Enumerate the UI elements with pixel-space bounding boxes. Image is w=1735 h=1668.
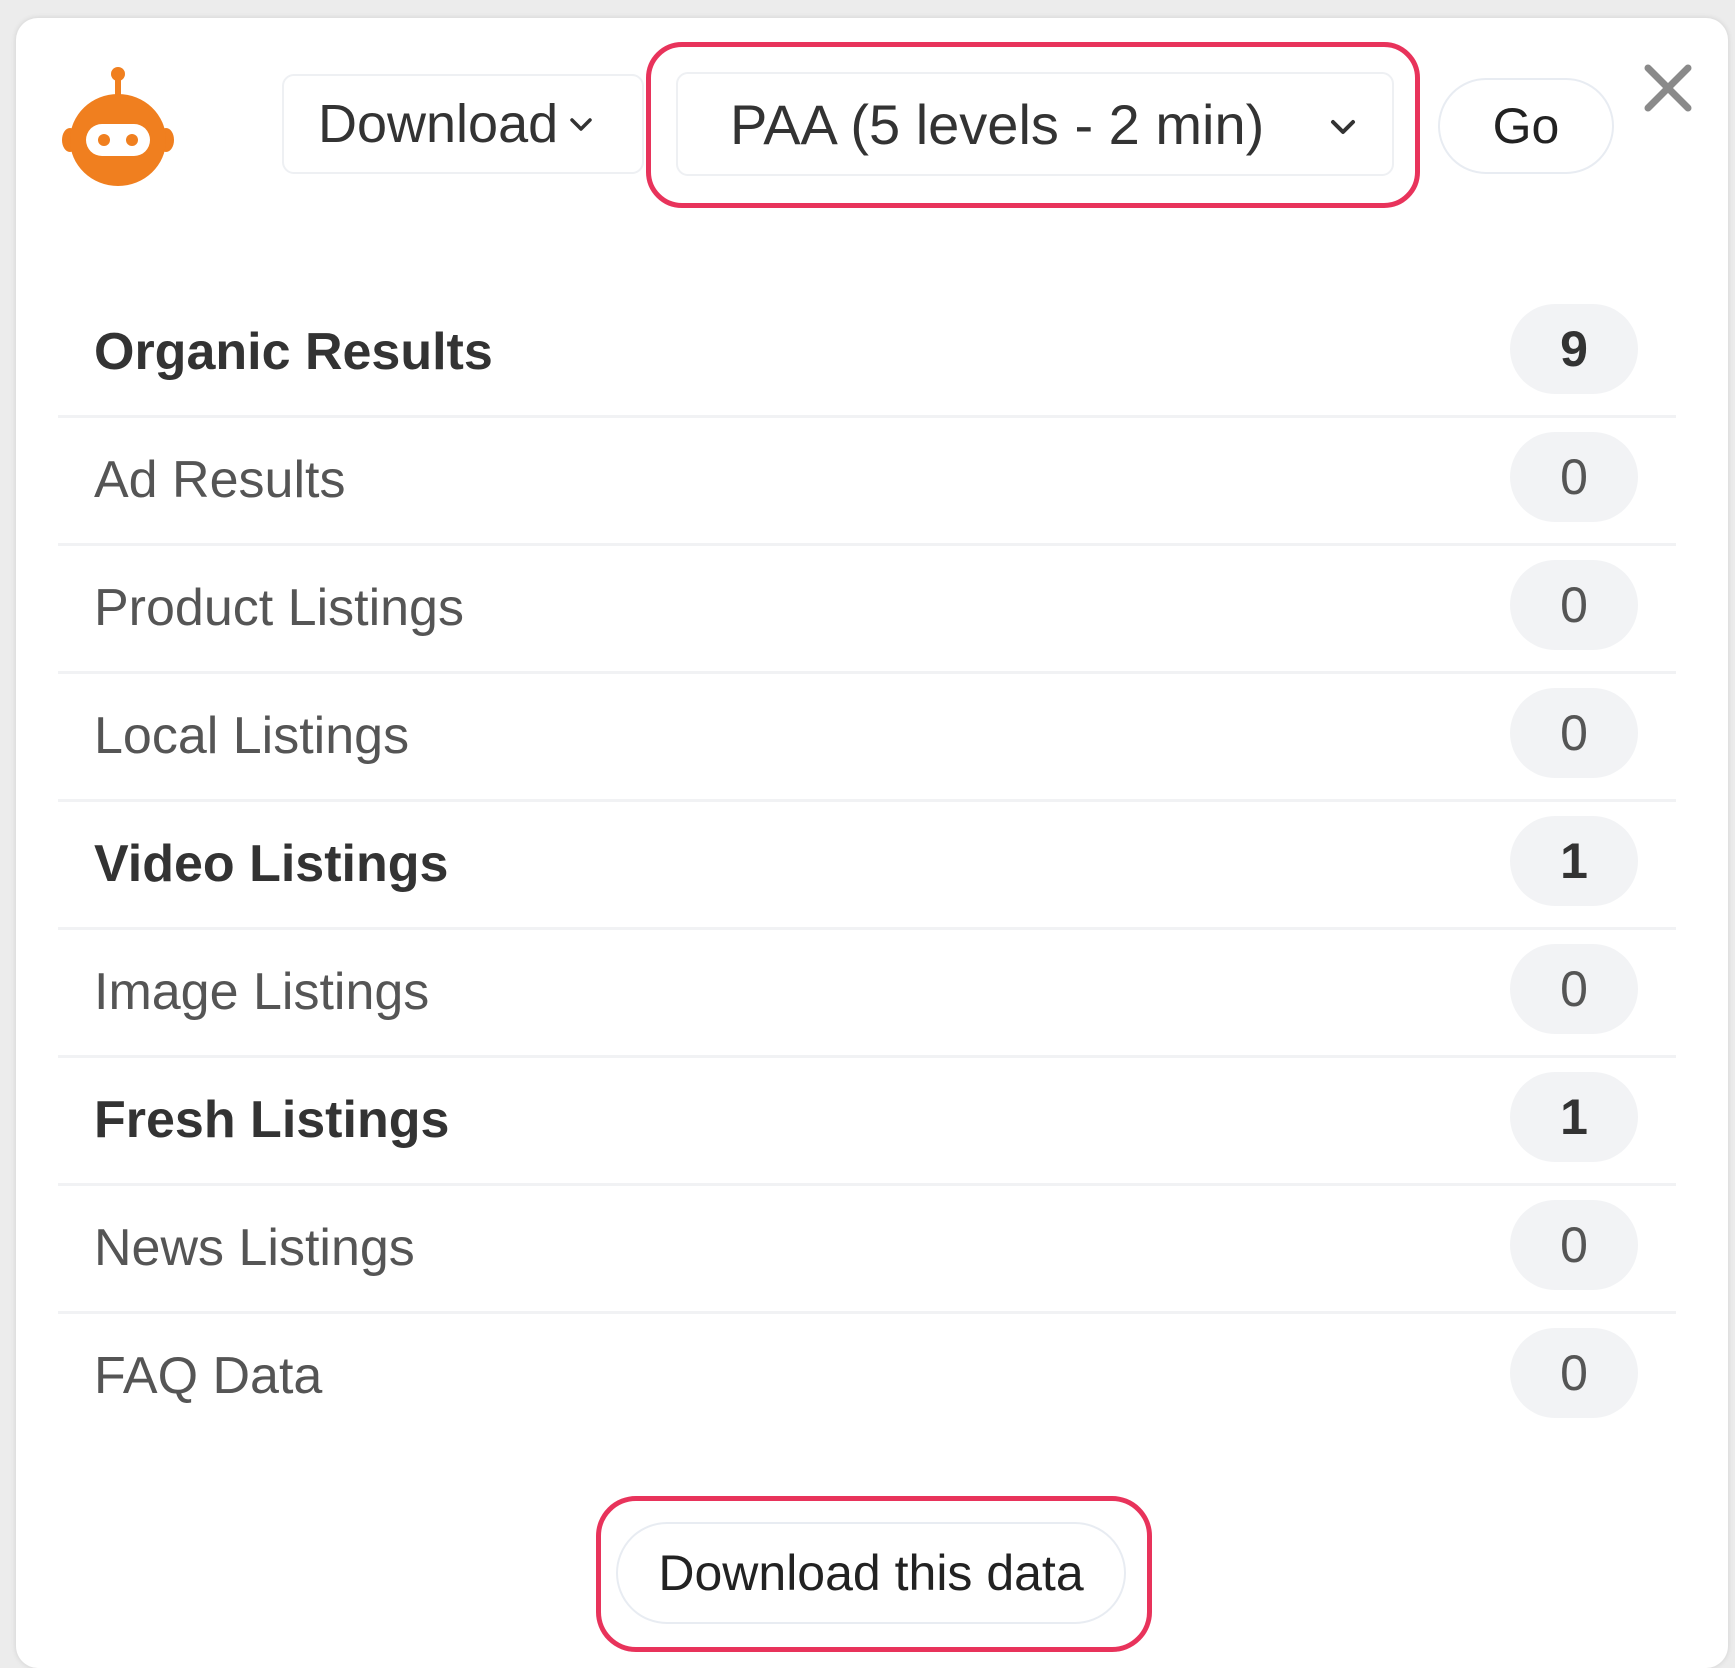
result-row-products: Product Listings 0 xyxy=(58,546,1676,674)
download-dropdown[interactable]: Download xyxy=(282,74,644,174)
result-label: Ad Results xyxy=(94,451,346,509)
result-label: FAQ Data xyxy=(94,1347,323,1405)
result-count-badge: 0 xyxy=(1510,560,1638,650)
result-label: Video Listings xyxy=(94,835,449,893)
result-row-video: Video Listings 1 xyxy=(58,802,1676,930)
result-row-ads: Ad Results 0 xyxy=(58,418,1676,546)
result-label: News Listings xyxy=(94,1219,415,1277)
result-count-badge: 0 xyxy=(1510,688,1638,778)
paa-mode-select[interactable]: PAA (5 levels - 2 min) xyxy=(676,72,1394,176)
result-count-badge: 0 xyxy=(1510,1200,1638,1290)
result-count-badge: 0 xyxy=(1510,432,1638,522)
paa-mode-selected-value: PAA (5 levels - 2 min) xyxy=(730,92,1265,156)
robot-icon xyxy=(62,67,174,186)
result-label: Product Listings xyxy=(94,579,464,637)
chevron-down-icon xyxy=(1331,120,1355,134)
result-row-news: News Listings 0 xyxy=(58,1186,1676,1314)
extension-panel: Download PAA (5 levels - 2 min) Go Organ… xyxy=(16,18,1728,1668)
chevron-down-icon xyxy=(570,118,592,131)
result-count-badge: 1 xyxy=(1510,816,1638,906)
close-icon[interactable] xyxy=(1640,60,1696,116)
result-row-image: Image Listings 0 xyxy=(58,930,1676,1058)
result-row-fresh: Fresh Listings 1 xyxy=(58,1058,1676,1186)
result-row-local: Local Listings 0 xyxy=(58,674,1676,802)
result-count-badge: 0 xyxy=(1510,1328,1638,1418)
result-count-badge: 9 xyxy=(1510,304,1638,394)
result-row-organic: Organic Results 9 xyxy=(58,290,1676,418)
result-count-badge: 0 xyxy=(1510,944,1638,1034)
result-count-badge: 1 xyxy=(1510,1072,1638,1162)
result-label: Fresh Listings xyxy=(94,1091,450,1149)
result-label: Organic Results xyxy=(94,323,493,381)
download-dropdown-label: Download xyxy=(318,94,559,154)
download-this-data-button[interactable]: Download this data xyxy=(616,1522,1126,1624)
results-summary-list: Organic Results 9 Ad Results 0 Product L… xyxy=(58,290,1676,1442)
result-label: Local Listings xyxy=(94,707,410,765)
result-label: Image Listings xyxy=(94,963,430,1021)
result-row-faq: FAQ Data 0 xyxy=(58,1314,1676,1442)
go-button[interactable]: Go xyxy=(1438,78,1614,174)
